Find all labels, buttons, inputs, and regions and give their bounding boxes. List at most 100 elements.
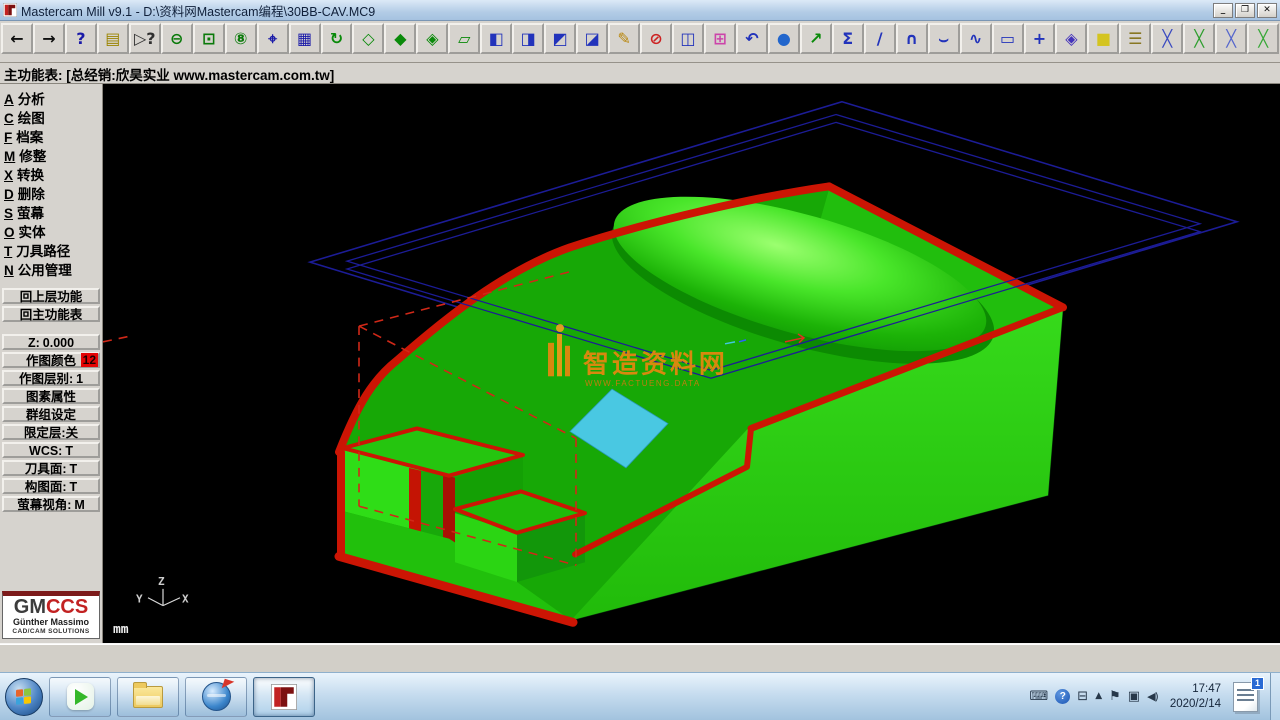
zoom-scale-icon: ⑧ — [234, 31, 248, 47]
gview-front-button[interactable]: ◆ — [384, 23, 416, 54]
gview-isometric-button[interactable]: ◇ — [352, 23, 384, 54]
create-rectangle-button[interactable]: ▭ — [992, 23, 1024, 54]
statistics-button[interactable]: Σ — [832, 23, 864, 54]
create-point-button[interactable]: + — [1024, 23, 1056, 54]
create-fillet-button[interactable]: ⌣ — [928, 23, 960, 54]
levels-button[interactable]: ☰ — [1119, 23, 1151, 54]
zoom-scale-button[interactable]: ⑧ — [225, 23, 257, 54]
gview-label: 萤幕视角: — [17, 498, 71, 512]
shade-button[interactable]: ● — [768, 23, 800, 54]
construction-plane-button[interactable]: 构图面:T — [2, 478, 100, 494]
create-arc-button[interactable]: ∩ — [896, 23, 928, 54]
draw-color-button[interactable]: 作图颜色12 — [2, 352, 100, 368]
trim-two-button[interactable]: ╳ — [1183, 23, 1215, 54]
minimize-button[interactable]: _ — [1213, 3, 1233, 18]
close-button[interactable]: ✕ — [1257, 3, 1277, 18]
notes-tray-icon[interactable]: 1 — [1233, 682, 1258, 712]
analyze-button[interactable]: ▷? — [129, 23, 161, 54]
tool-plane-button[interactable]: 刀具面:T — [2, 460, 100, 476]
sidebar-item-modify[interactable]: M 修整 — [2, 144, 102, 163]
zoom-window-icon: ⊡ — [202, 31, 215, 47]
trim-three-button[interactable]: ╳ — [1215, 23, 1247, 54]
keyboard-icon[interactable]: ⌨ — [1030, 690, 1049, 703]
network-icon[interactable]: ▣ — [1128, 690, 1140, 703]
level-limit-button[interactable]: 限定层:关 — [2, 424, 100, 440]
gview-top-button[interactable]: ◈ — [416, 23, 448, 54]
level-value: 1 — [76, 372, 83, 386]
cplane-side-button[interactable]: ◩ — [544, 23, 576, 54]
title-bar[interactable]: Mastercam Mill v9.1 - D:\资料网Mastercam编程\… — [0, 0, 1280, 21]
zoom-out-icon: ⊖ — [170, 31, 183, 47]
erase-disable-button[interactable]: ⊘ — [640, 23, 672, 54]
attributes-button[interactable]: 图素属性 — [2, 388, 100, 404]
fit-screen-button[interactable]: ⌖ — [257, 23, 289, 54]
green-cube-side-icon: ▱ — [458, 31, 470, 47]
show-desktop-button[interactable] — [1270, 673, 1280, 720]
axis-z-label: Z — [158, 575, 165, 588]
item-label: 修整 — [19, 149, 46, 164]
sidebar-item-file[interactable]: F档案 — [2, 125, 102, 144]
trim-one-button[interactable]: ╳ — [1151, 23, 1183, 54]
blue-cube-front-icon: ◨ — [521, 31, 536, 47]
gview-side-button[interactable]: ▱ — [448, 23, 480, 54]
view-toggle-button[interactable]: ↗ — [800, 23, 832, 54]
sidebar-item-utilities[interactable]: N公用管理 — [2, 258, 102, 277]
viewports-button[interactable]: ◫ — [672, 23, 704, 54]
hotkey-m: M — [4, 149, 15, 164]
dynamic-rotate-button[interactable]: ↻ — [321, 23, 353, 54]
file-manager-button[interactable]: ▤ — [97, 23, 129, 54]
tray-clock[interactable]: 17:47 2020/2/14 — [1170, 682, 1221, 712]
mastercam-window: Mastercam Mill v9.1 - D:\资料网Mastercam编程\… — [0, 0, 1280, 720]
z-depth-button[interactable]: Z:0.000 — [2, 334, 100, 350]
sidebar-item-analyze[interactable]: A分析 — [2, 87, 102, 106]
trim-divide-button[interactable]: ╳ — [1247, 23, 1279, 54]
item-label: 刀具路径 — [16, 244, 70, 259]
watermark-subtitle: WWW.FACTUENG.DATA — [585, 379, 701, 388]
taskbar-app-web-browser[interactable] — [185, 677, 247, 717]
taskbar-app-mastercam[interactable] — [253, 677, 315, 717]
ime-icon[interactable]: ⊟ — [1077, 690, 1088, 703]
sidebar-item-create[interactable]: C绘图 — [2, 106, 102, 125]
sketch-button[interactable]: ✎ — [608, 23, 640, 54]
graphics-viewport[interactable]: 智造资料网 WWW.FACTUENG.DATA Z Y X mm — [103, 84, 1280, 643]
taskbar-app-media-player[interactable] — [49, 677, 111, 717]
backup-menu-button[interactable]: 回上层功能 — [2, 288, 100, 304]
sidebar-item-delete[interactable]: D删除 — [2, 182, 102, 201]
cplane-front-button[interactable]: ◨ — [512, 23, 544, 54]
sidebar-item-screen[interactable]: S萤幕 — [2, 201, 102, 220]
hidden-icons-arrow[interactable]: ▲ — [1095, 692, 1102, 701]
main-menu-button[interactable]: 回主功能表 — [2, 306, 100, 322]
back-button[interactable]: ← — [1, 23, 33, 54]
help-tray-icon[interactable]: ? — [1055, 689, 1070, 704]
sidebar-item-toolpaths[interactable]: T刀具路径 — [2, 239, 102, 258]
sidebar-item-xform[interactable]: X转换 — [2, 163, 102, 182]
spacer — [2, 323, 100, 333]
create-spline-button[interactable]: ∿ — [960, 23, 992, 54]
sidebar-item-solids[interactable]: O实体 — [2, 220, 102, 239]
create-line-button[interactable]: / — [864, 23, 896, 54]
wcs-button[interactable]: WCS:T — [2, 442, 100, 458]
green-cube-iso-icon: ◇ — [362, 31, 374, 47]
gmccs-logo-tagline: CAD/CAM SOLUTIONS — [3, 628, 99, 636]
forward-button[interactable]: → — [33, 23, 65, 54]
create-solid-box-button[interactable]: ■ — [1087, 23, 1119, 54]
restore-button[interactable]: ❐ — [1235, 3, 1255, 18]
screen-view-button[interactable]: 萤幕视角:M — [2, 496, 100, 512]
create-surface-button[interactable]: ◈ — [1055, 23, 1087, 54]
taskbar-app-file-explorer[interactable] — [117, 677, 179, 717]
draw-level-button[interactable]: 作图层别:1 — [2, 370, 100, 386]
action-center-flag-icon[interactable]: ⚑ — [1109, 690, 1121, 703]
group-set-button[interactable]: 群组设定 — [2, 406, 100, 422]
cplane-top-button[interactable]: ◧ — [480, 23, 512, 54]
zoom-out-button[interactable]: ⊖ — [161, 23, 193, 54]
viewport-canvas[interactable]: 智造资料网 WWW.FACTUENG.DATA Z Y X mm — [103, 84, 1280, 643]
start-button[interactable] — [5, 678, 43, 716]
cplane-iso-button[interactable]: ◪ — [576, 23, 608, 54]
zoom-window-button[interactable]: ⊡ — [193, 23, 225, 54]
undo-button[interactable]: ↶ — [736, 23, 768, 54]
volume-icon[interactable]: ◀) — [1147, 691, 1158, 702]
repaint-button[interactable]: ▦ — [289, 23, 321, 54]
level-label: 作图层别: — [19, 372, 73, 386]
help-button[interactable]: ? — [65, 23, 97, 54]
copy-screen-button[interactable]: ⊞ — [704, 23, 736, 54]
